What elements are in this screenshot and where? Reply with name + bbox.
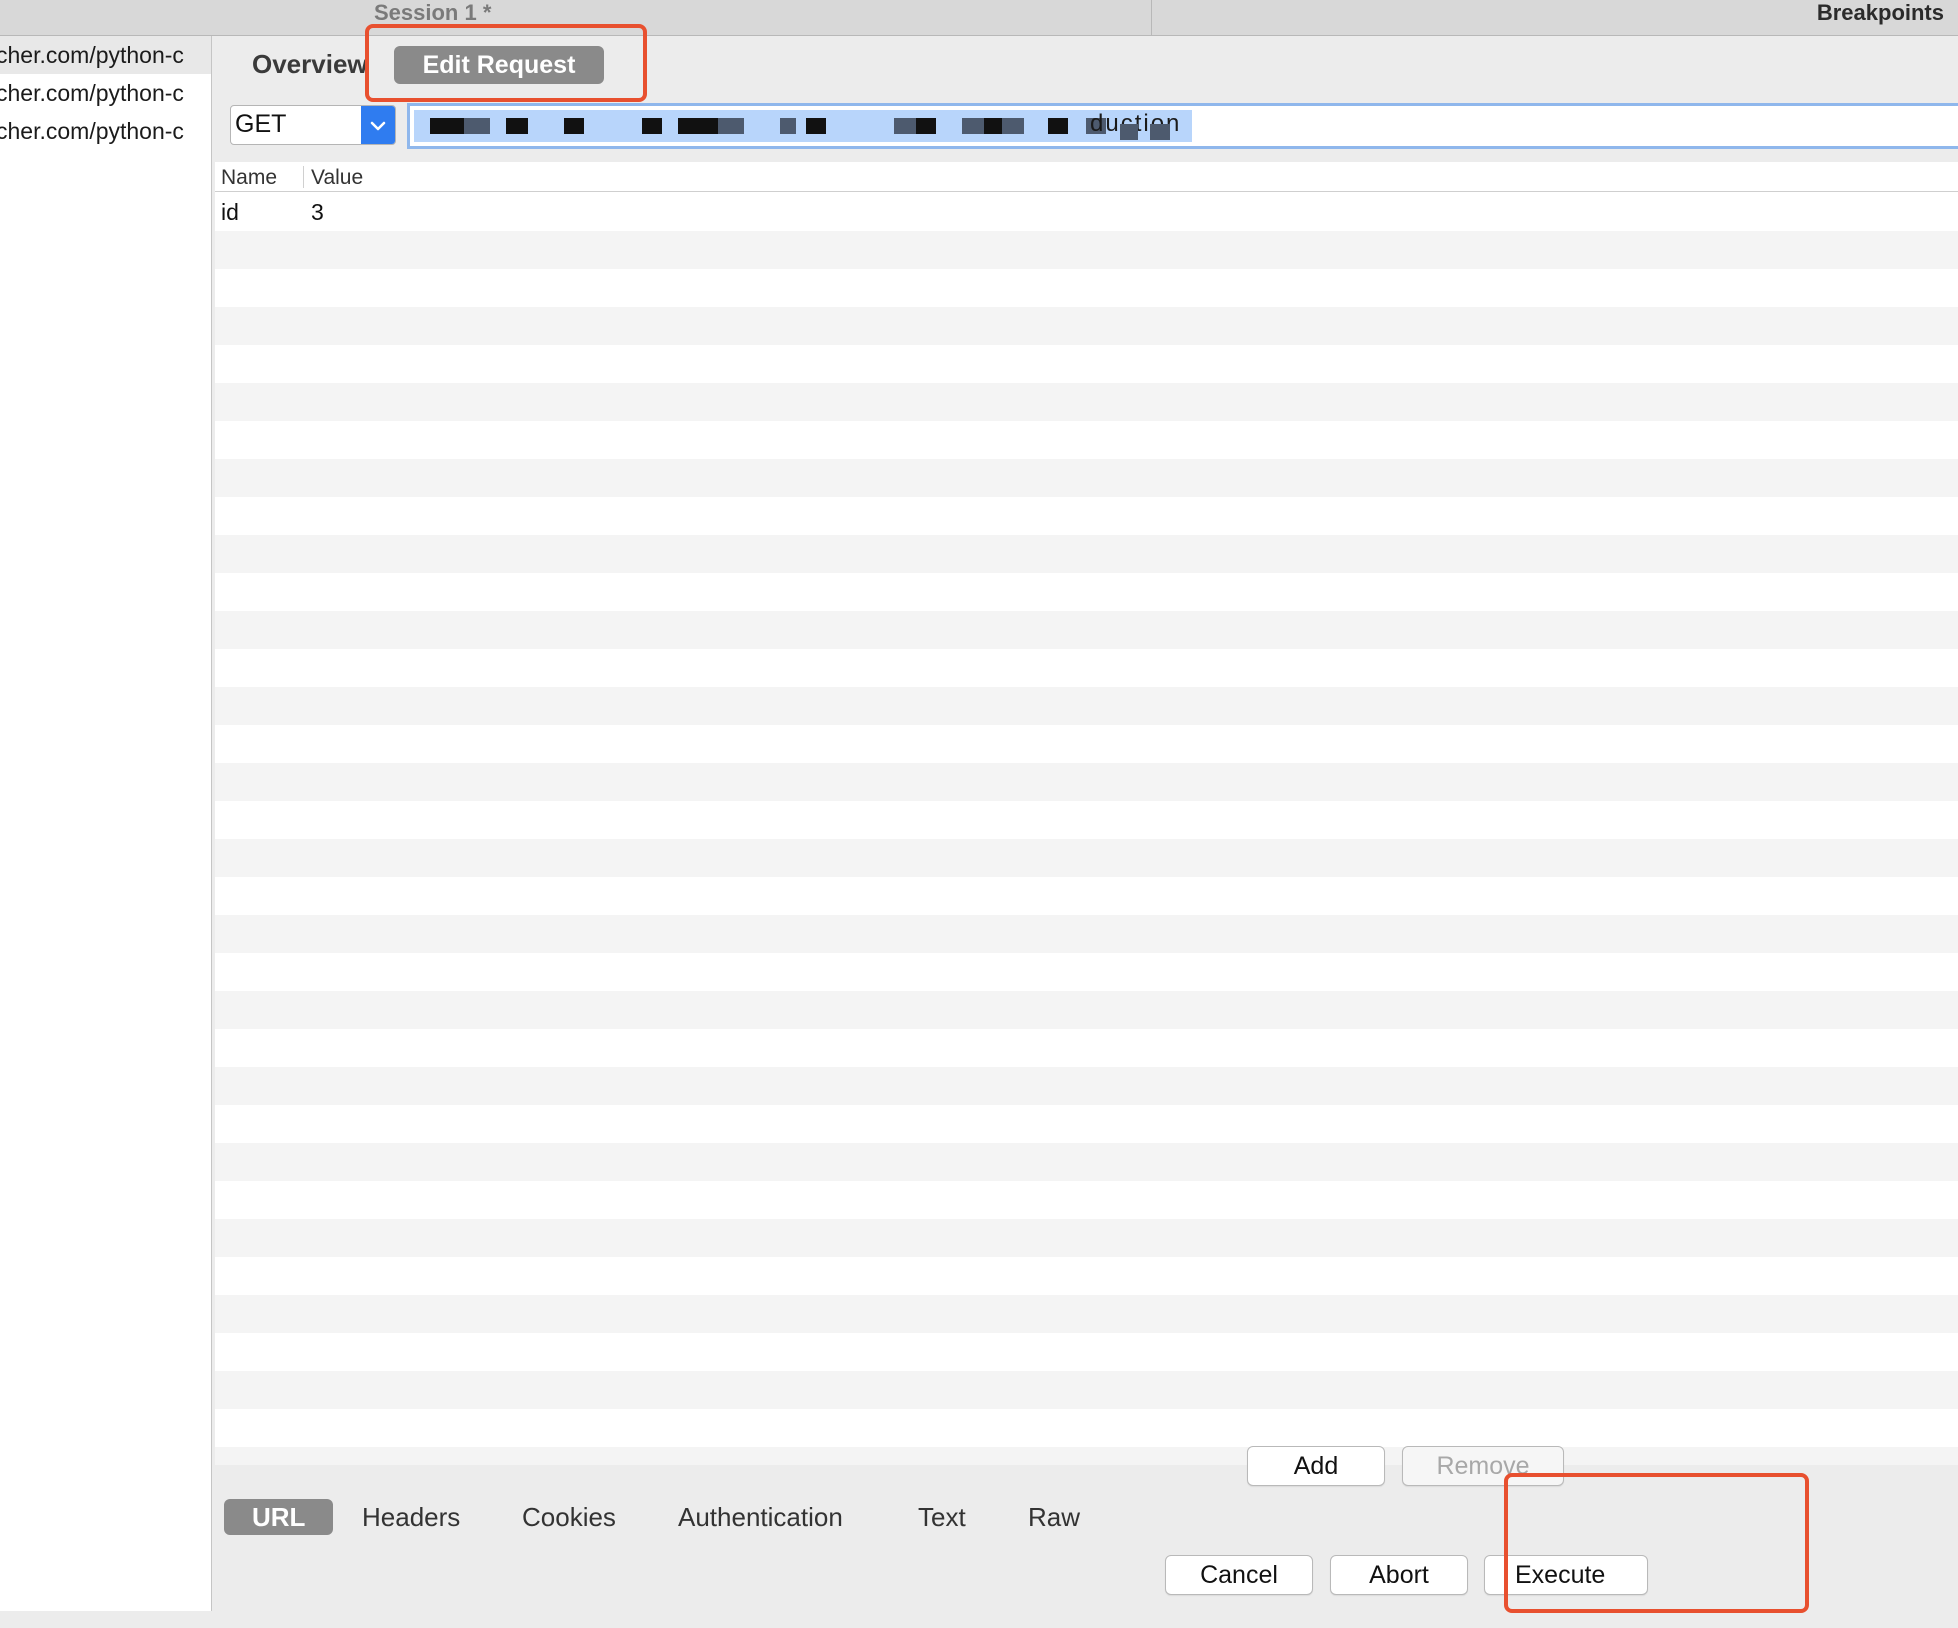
tab-authentication[interactable]: Authentication [678,1499,843,1535]
list-item[interactable]: cher.com/python-c [0,36,211,74]
redaction-mark [916,118,936,134]
list-item[interactable]: cher.com/python-c [0,74,211,112]
chevron-down-icon[interactable] [361,106,395,144]
redaction-mark [642,118,662,134]
tab-cookies[interactable]: Cookies [522,1499,616,1535]
cell-name[interactable]: id [221,199,239,226]
tab-breakpoints-label: Breakpoints [1816,0,1944,25]
view-tabs: Overview Edit Request [213,24,1958,102]
method-select[interactable]: GET [230,105,396,145]
tab-text[interactable]: Text [918,1499,966,1535]
column-divider[interactable] [303,166,304,188]
top-tab-strip: Session 1 * Breakpoints [0,0,1958,36]
redaction-mark [718,118,744,134]
tab-overview[interactable]: Overview [252,49,368,80]
redaction-mark [464,118,490,134]
redaction-mark [1048,118,1068,134]
main-panel: Overview Edit Request GET Name Value id … [213,24,1958,1628]
redaction-mark [564,118,584,134]
redaction-mark [780,118,796,134]
remove-button: Remove [1402,1446,1564,1486]
table-row[interactable]: id 3 [215,193,1958,231]
list-item[interactable]: cher.com/python-c [0,112,211,150]
redaction-mark [1002,118,1024,134]
redaction-mark [894,118,916,134]
table-header: Name Value [215,162,1958,192]
method-value: GET [235,110,287,138]
tab-headers[interactable]: Headers [362,1499,460,1535]
abort-button[interactable]: Abort [1330,1555,1468,1595]
request-list: cher.com/python-c cher.com/python-c cher… [0,36,212,1611]
url-text-selection [414,110,1192,142]
tab-edit-request[interactable]: Edit Request [394,46,604,84]
params-table: Name Value id 3 [215,162,1958,1465]
redaction-mark [984,118,1002,134]
breakpoint-window: Session 1 * Breakpoints cher.com/python-… [0,0,1958,1628]
redaction-mark [430,118,464,134]
redaction-mark [1150,124,1170,140]
url-input[interactable]: duction [407,103,1958,149]
cell-value[interactable]: 3 [311,199,324,226]
tab-breakpoints[interactable]: Breakpoints [1153,0,1958,36]
tab-session[interactable]: Session 1 * [0,0,1152,36]
add-button[interactable]: Add [1247,1446,1385,1486]
redaction-mark [1120,124,1138,140]
cancel-button[interactable]: Cancel [1165,1555,1313,1595]
execute-button[interactable]: Execute [1484,1555,1648,1595]
redaction-mark [506,118,528,134]
column-header-name[interactable]: Name [221,166,277,190]
redaction-mark [678,118,718,134]
redaction-mark [962,118,984,134]
tab-raw[interactable]: Raw [1028,1499,1080,1535]
column-header-value[interactable]: Value [311,166,363,190]
tab-url[interactable]: URL [224,1499,334,1535]
redaction-mark [806,118,826,134]
tab-session-label: Session 1 * [374,0,492,25]
table-body: id 3 [215,193,1958,1465]
